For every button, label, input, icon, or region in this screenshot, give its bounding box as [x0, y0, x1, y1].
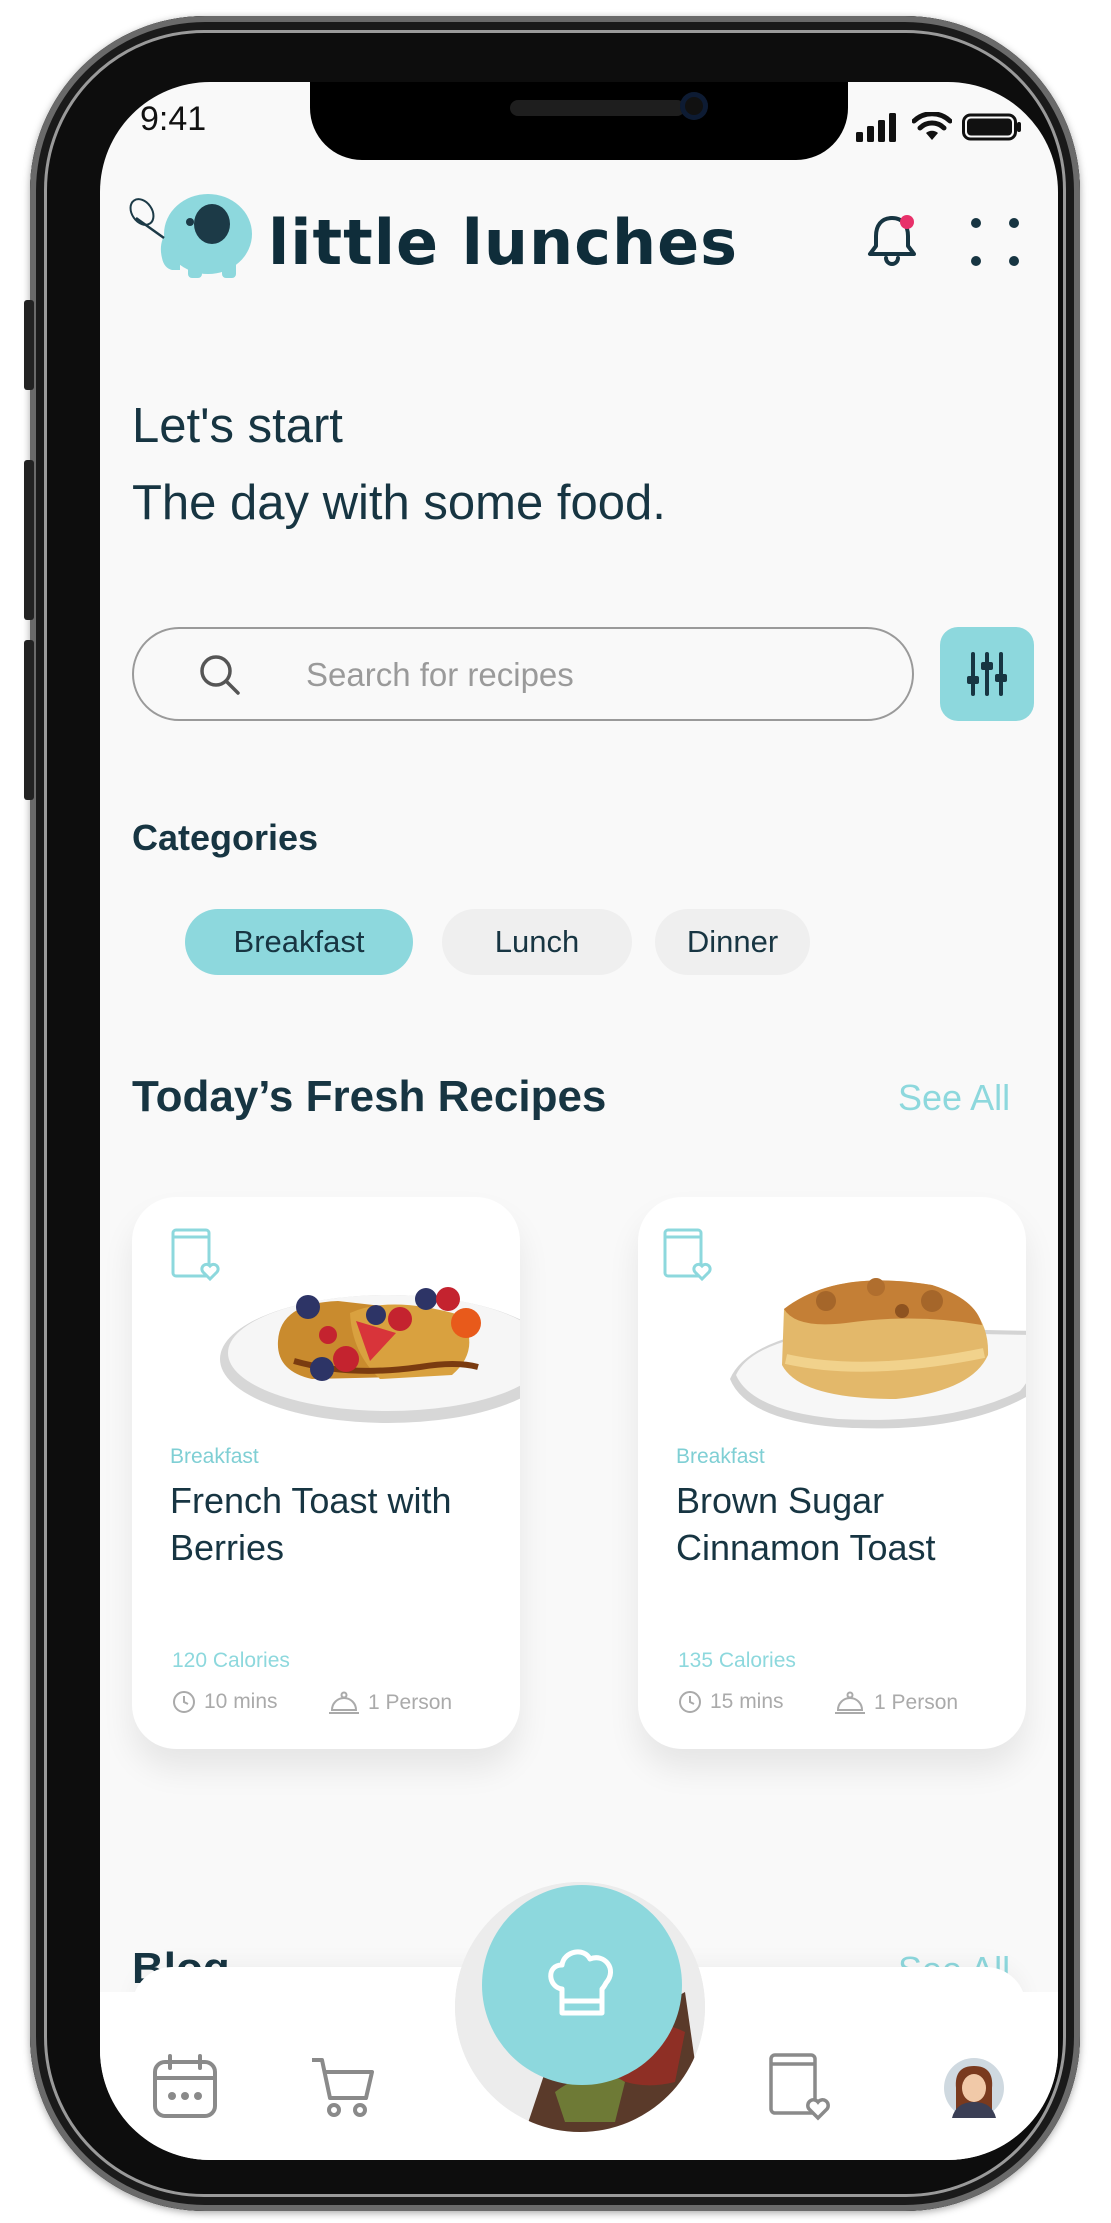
cart-icon[interactable] — [310, 2054, 376, 2120]
profile-avatar[interactable] — [944, 2058, 1004, 2118]
search-icon — [200, 655, 240, 695]
french-toast-image — [220, 1287, 520, 1423]
wifi-icon — [912, 112, 952, 140]
battery-icon — [962, 113, 1021, 141]
cloche-icon — [329, 1691, 359, 1714]
greeting-line-2: The day with some food. — [132, 476, 666, 530]
recipe-time: 10 mins — [172, 1690, 278, 1714]
recipe-title: French Toast with Berries — [170, 1480, 452, 1568]
bell-icon[interactable] — [864, 212, 920, 268]
app-logo-text: little lunches — [268, 206, 739, 279]
recipe-serving: 1 Person — [834, 1690, 958, 1716]
recipe-card[interactable]: Breakfast French Toast with Berries 120 … — [132, 1197, 520, 1749]
recipe-serving-text: 1 Person — [874, 1691, 959, 1714]
recipe-calories: 135 Calories — [678, 1649, 796, 1672]
recipe-time-text: 10 mins — [204, 1690, 278, 1713]
notch — [310, 82, 848, 160]
categories-title: Categories — [132, 817, 319, 858]
greeting: Let's start The day with some food. — [132, 388, 666, 542]
category-chip-breakfast[interactable]: Breakfast — [185, 909, 413, 975]
recipe-time-text: 15 mins — [710, 1690, 784, 1713]
sliders-icon — [967, 652, 1007, 696]
volume-down-button — [24, 640, 34, 800]
status-icons — [856, 112, 1022, 142]
recipe-card[interactable]: Breakfast Brown Sugar Cinnamon Toast 135… — [638, 1197, 1026, 1749]
signal-icon — [856, 113, 896, 142]
clock-icon — [173, 1691, 195, 1713]
category-chip-dinner[interactable]: Dinner — [655, 909, 810, 975]
greeting-line-1: Let's start — [132, 399, 343, 453]
recipe-serving: 1 Person — [328, 1690, 452, 1716]
recipe-time: 15 mins — [678, 1690, 784, 1714]
recipe-calories: 120 Calories — [172, 1649, 290, 1672]
recipes-see-all-link[interactable]: See All — [898, 1077, 1010, 1119]
chef-hat-icon — [548, 1949, 614, 2016]
chef-hat-button[interactable] — [482, 1885, 682, 2085]
recipe-title: Brown Sugar Cinnamon Toast — [676, 1480, 936, 1568]
save-recipe-icon[interactable] — [662, 1227, 714, 1283]
front-camera — [680, 92, 708, 120]
recipe-serving-text: 1 Person — [368, 1691, 453, 1714]
cinnamon-toast-image — [730, 1278, 1026, 1429]
cloche-icon — [835, 1691, 865, 1714]
volume-up-button — [24, 460, 34, 620]
saved-recipes-icon[interactable] — [768, 2052, 832, 2122]
recipes-section-title: Today’s Fresh Recipes — [132, 1072, 607, 1121]
recipe-category: Breakfast — [676, 1445, 765, 1468]
menu-dots-icon[interactable] — [970, 217, 1020, 267]
category-chip-lunch[interactable]: Lunch — [442, 909, 632, 975]
recipe-category: Breakfast — [170, 1445, 259, 1468]
notification-dot — [900, 215, 914, 229]
mute-switch — [24, 300, 34, 390]
search-bar[interactable] — [132, 627, 914, 721]
save-recipe-icon[interactable] — [170, 1227, 222, 1283]
clock-icon — [679, 1691, 701, 1713]
search-input[interactable] — [304, 649, 868, 701]
app-screen: 9:41 little lunches Let's start The day … — [100, 82, 1058, 2160]
speaker-grille — [510, 100, 685, 116]
calendar-icon[interactable] — [152, 2054, 218, 2120]
elephant-logo-icon — [129, 194, 252, 278]
status-time: 9:41 — [140, 100, 207, 138]
filter-button[interactable] — [940, 627, 1034, 721]
